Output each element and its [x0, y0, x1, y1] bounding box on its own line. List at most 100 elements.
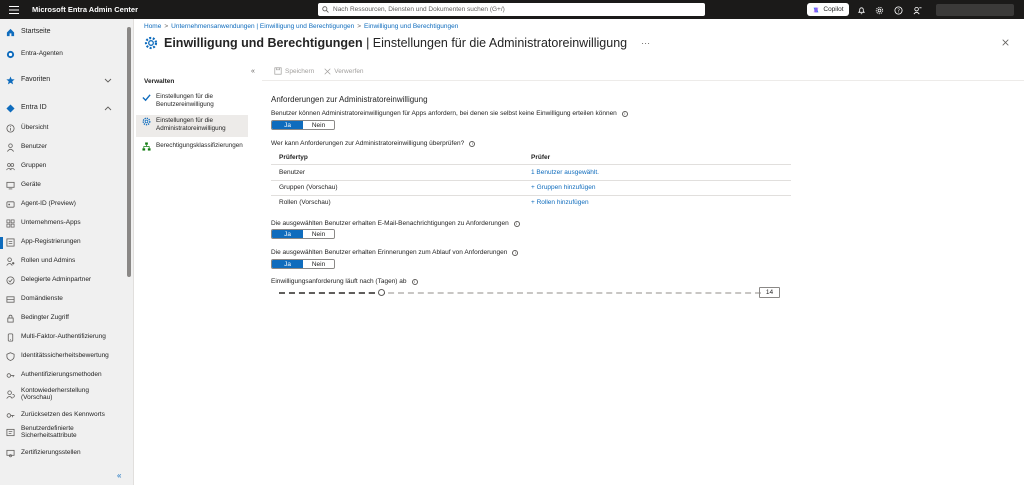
nav-item-domain-services[interactable]: Domändienste: [0, 294, 125, 304]
attribute-icon: [5, 427, 15, 437]
breadcrumb-enterprise-apps[interactable]: Unternehmensanwendungen | Einwilligung u…: [171, 23, 354, 30]
expiry-slider-thumb[interactable]: [378, 289, 385, 296]
more-options-button[interactable]: ···: [641, 38, 650, 48]
nav-label: Zertifizierungsstellen: [21, 449, 81, 457]
nav-scrollbar[interactable]: [127, 27, 131, 277]
q-expiry-label: Einwilligungsanforderung läuft nach (Tag…: [271, 278, 407, 285]
nav-label: Domändienste: [21, 295, 63, 303]
info-icon[interactable]: i: [513, 220, 520, 227]
partner-icon: [5, 275, 15, 285]
table-divider: [271, 180, 791, 181]
gear-icon[interactable]: [873, 4, 885, 16]
nav-item-delegated-partners[interactable]: Delegierte Adminpartner: [0, 275, 125, 285]
breadcrumb-separator: >: [164, 23, 169, 30]
row-type: Gruppen (Vorschau): [279, 184, 338, 191]
reviewer-users-link[interactable]: 1 Benutzer ausgewählt.: [531, 169, 599, 176]
q-request-expiry: Einwilligungsanforderung läuft nach (Tag…: [271, 278, 418, 285]
nav-item-identity-score[interactable]: Identitätssicherheitsbewertung: [0, 351, 125, 361]
nav-item-conditional-access[interactable]: Bedingter Zugriff: [0, 313, 125, 323]
bell-icon[interactable]: [855, 4, 867, 16]
toggle-yes[interactable]: Ja: [272, 260, 303, 268]
info-icon[interactable]: i: [621, 110, 628, 117]
search-placeholder: Nach Ressourcen, Diensten und Dokumenten…: [333, 6, 505, 13]
menu-item-permission-classifications[interactable]: Berechtigungsklassifizierungen: [136, 142, 248, 154]
toggle-yes[interactable]: Ja: [272, 230, 303, 238]
breadcrumb-home[interactable]: Home: [144, 23, 161, 30]
page-header: Einwilligung und Berechtigungen | Einste…: [144, 36, 650, 50]
nav-label: Zurücksetzen des Kennworts: [21, 411, 105, 419]
nav-label: Benutzerdefinierte Sicherheitsattribute: [21, 425, 77, 440]
nav-item-users[interactable]: Benutzer: [0, 142, 125, 152]
nav-item-home[interactable]: Startseite: [0, 27, 125, 37]
toggle-no[interactable]: Nein: [303, 230, 334, 238]
toggle-no[interactable]: Nein: [303, 260, 334, 268]
breadcrumb-consent[interactable]: Einwilligung und Berechtigungen: [364, 23, 458, 30]
nav-item-groups[interactable]: Gruppen: [0, 161, 125, 171]
nav-label: Unternehmens-Apps: [21, 219, 81, 227]
search-input[interactable]: Nach Ressourcen, Diensten und Dokumenten…: [318, 3, 705, 16]
nav-label: Agent-ID (Preview): [21, 200, 76, 208]
q-reviewers: Wer kann Anforderungen zur Administrator…: [271, 140, 476, 147]
nav-item-password-reset[interactable]: Zurücksetzen des Kennworts: [0, 410, 125, 420]
collapse-nav-button[interactable]: «: [117, 471, 121, 480]
copilot-button[interactable]: Copilot: [807, 3, 849, 16]
toggle-email-notifications[interactable]: Ja Nein: [271, 229, 335, 239]
consent-icon: [142, 93, 151, 102]
save-button[interactable]: Speichern: [274, 67, 314, 75]
hierarchy-icon: [142, 142, 151, 151]
nav-item-devices[interactable]: Geräte: [0, 180, 125, 190]
toggle-expiry-reminders[interactable]: Ja Nein: [271, 259, 335, 269]
menu-item-admin-consent[interactable]: Einstellungen für die Administratoreinwi…: [136, 115, 248, 137]
nav-item-roles[interactable]: Rollen und Admins: [0, 256, 125, 266]
nav-item-auth-methods[interactable]: Authentifizierungsmethoden: [0, 370, 125, 380]
row-type: Benutzer: [279, 169, 306, 176]
nav-item-overview[interactable]: Übersicht: [0, 123, 125, 133]
app-title[interactable]: Microsoft Entra Admin Center: [32, 5, 138, 14]
toggle-user-requests[interactable]: Ja Nein: [271, 120, 335, 130]
nav-item-favorites[interactable]: Favoriten: [0, 75, 125, 85]
nav-item-enterprise-apps[interactable]: Unternehmens-Apps: [0, 218, 125, 228]
q-expiry-reminders: Die ausgewählten Benutzer erhalten Erinn…: [271, 249, 519, 256]
key-icon: [5, 370, 15, 380]
q-email-notifications: Die ausgewählten Benutzer erhalten E-Mai…: [271, 220, 520, 227]
nav-label: Übersicht: [21, 124, 49, 132]
left-nav: Startseite Entra-Agenten Favoriten Entra…: [0, 19, 134, 485]
svg-text:?: ?: [897, 8, 900, 14]
save-label: Speichern: [285, 67, 315, 75]
collapse-menu-button[interactable]: «: [251, 68, 255, 75]
discard-label: Verwerfen: [334, 67, 364, 75]
close-icon[interactable]: [1002, 39, 1009, 46]
user-icon: [5, 142, 15, 152]
nav-item-app-registrations[interactable]: App-Registrierungen: [0, 237, 125, 247]
feedback-icon[interactable]: [911, 4, 923, 16]
toggle-yes[interactable]: Ja: [272, 121, 303, 129]
nav-item-custom-attributes[interactable]: Benutzerdefinierte Sicherheitsattribute: [0, 425, 125, 440]
nav-item-mfa[interactable]: Multi-Faktor-Authentifizierung: [0, 332, 125, 342]
info-icon[interactable]: i: [512, 249, 519, 256]
agent-icon: [5, 49, 15, 59]
account-avatar[interactable]: [936, 4, 1014, 16]
info-icon[interactable]: i: [469, 140, 476, 147]
domain-icon: [5, 294, 15, 304]
nav-label: Gruppen: [21, 162, 47, 170]
add-roles-link[interactable]: + Rollen hinzufügen: [531, 199, 589, 206]
nav-item-agent-id[interactable]: Agent-ID (Preview): [0, 199, 125, 209]
star-icon: [5, 75, 15, 85]
add-groups-link[interactable]: + Gruppen hinzufügen: [531, 184, 596, 191]
score-icon: [5, 351, 15, 361]
info-icon[interactable]: i: [411, 278, 418, 285]
menu-item-user-consent[interactable]: Einstellungen für die Benutzereinwilligu…: [136, 93, 248, 115]
toggle-no[interactable]: Nein: [303, 121, 334, 129]
nav-item-certificate-authorities[interactable]: Zertifizierungsstellen: [0, 448, 125, 458]
nav-item-entra-id[interactable]: Entra ID: [0, 103, 125, 113]
discard-button[interactable]: Verwerfen: [324, 67, 364, 75]
col-reviewer-type: Prüfertyp: [279, 154, 308, 161]
table-divider: [271, 164, 791, 165]
nav-item-entra-agents[interactable]: Entra-Agenten: [0, 49, 125, 59]
expiry-days-input[interactable]: 14: [759, 287, 780, 298]
mfa-icon: [5, 332, 15, 342]
help-icon[interactable]: ?: [892, 4, 904, 16]
nav-item-account-recovery[interactable]: Kontowiederherstellung (Vorschau): [0, 387, 125, 402]
top-bar: Microsoft Entra Admin Center Nach Ressou…: [0, 0, 1024, 19]
waffle-menu-icon[interactable]: [8, 4, 20, 16]
